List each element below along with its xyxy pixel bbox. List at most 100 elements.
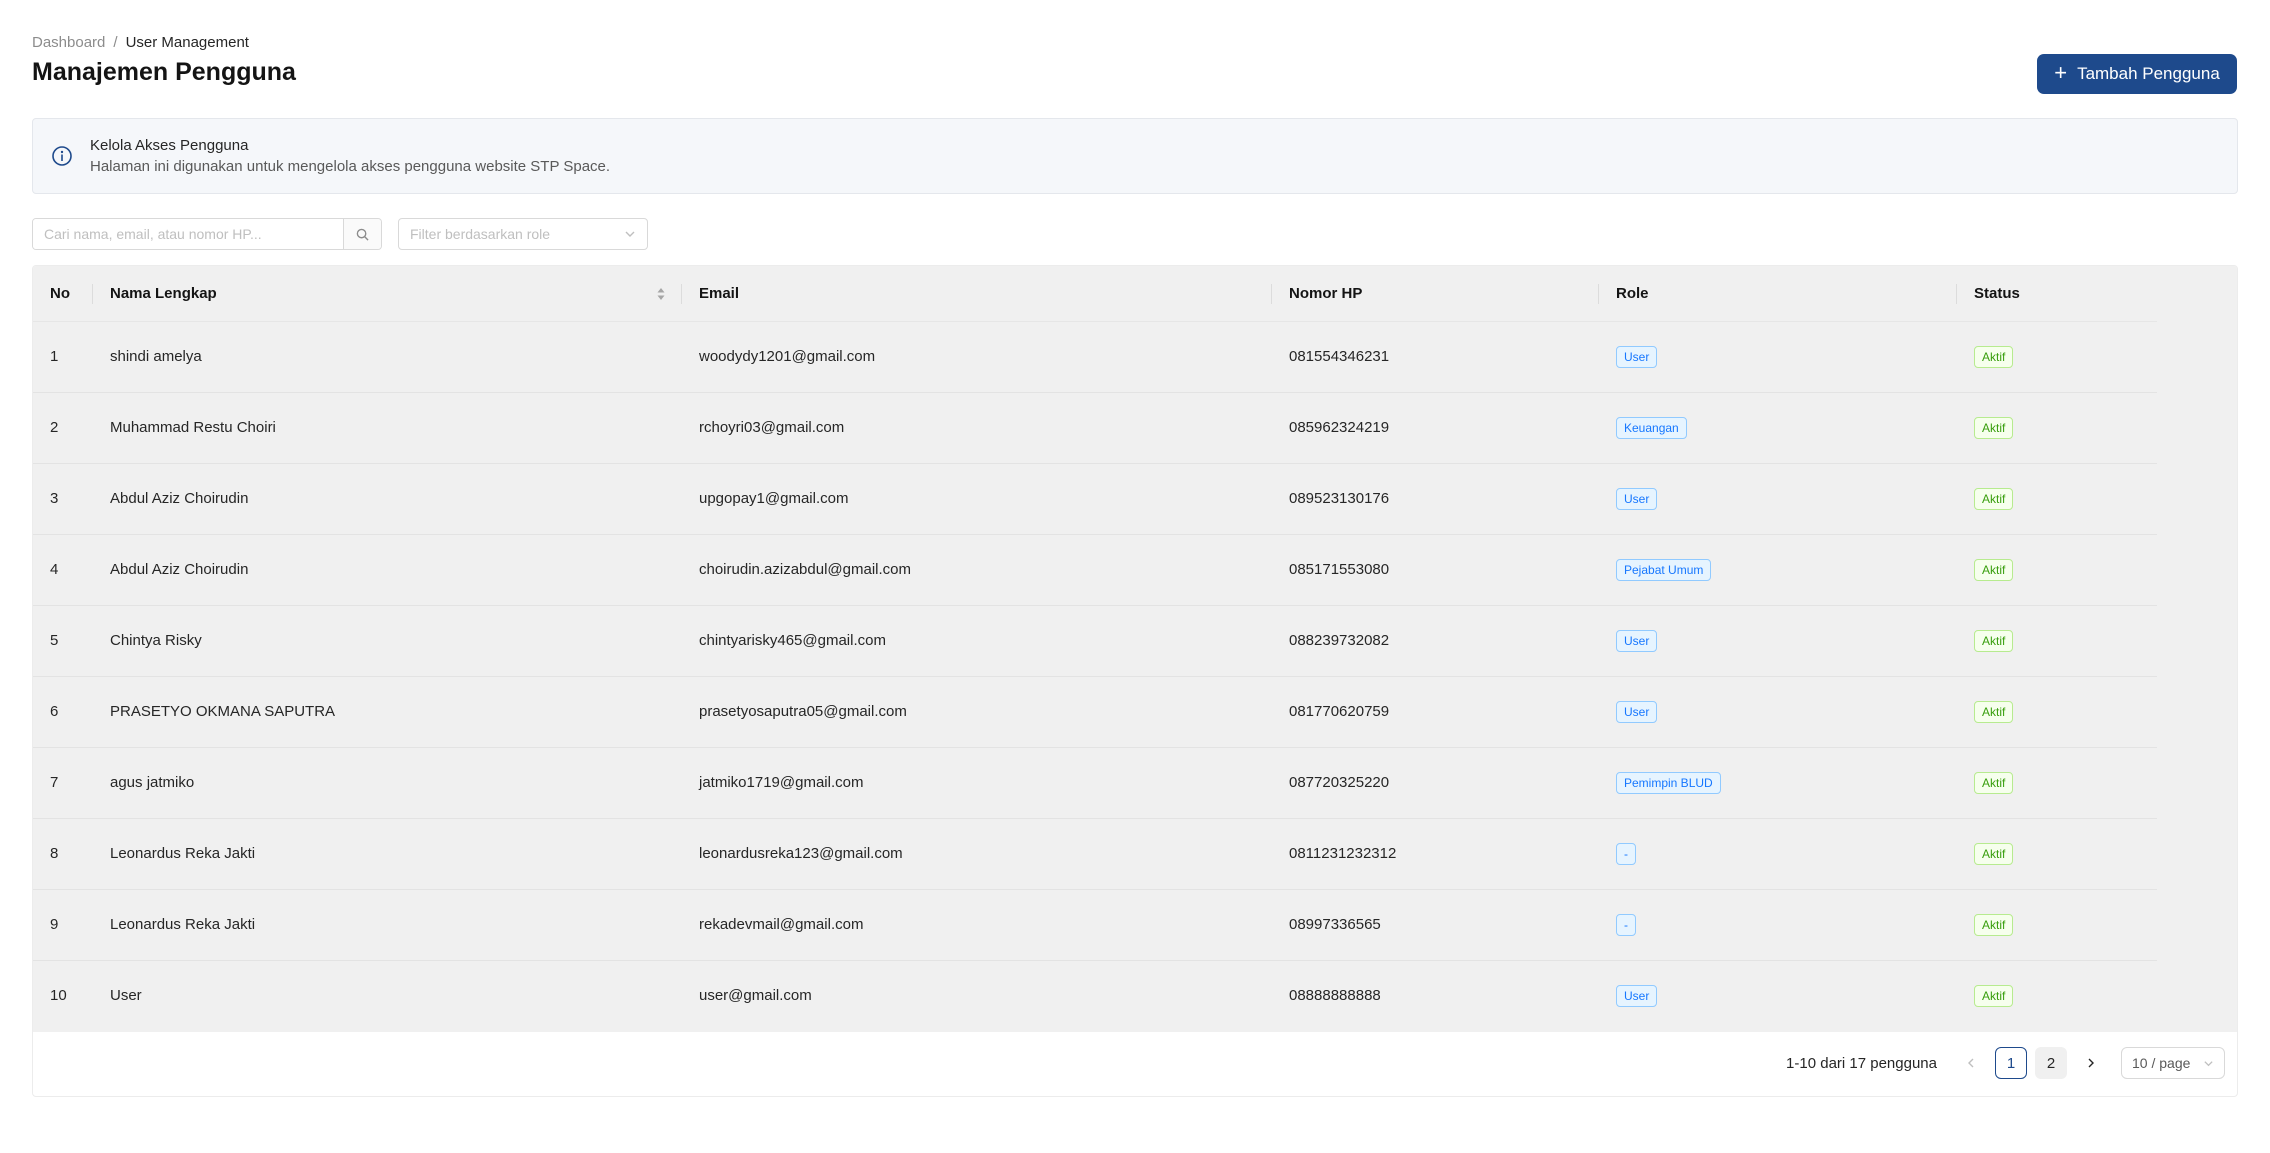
info-circle-icon: [52, 146, 72, 166]
cell-email: rekadevmail@gmail.com: [682, 889, 1272, 961]
table-row[interactable]: 10 User user@gmail.com 08888888888 User …: [33, 960, 2157, 1031]
cell-name: PRASETYO OKMANA SAPUTRA: [93, 676, 682, 748]
search-box: [32, 218, 382, 250]
status-badge: Aktif: [1974, 345, 2014, 368]
cell-name: Chintya Risky: [93, 605, 682, 677]
column-header-no: No: [33, 266, 93, 322]
cell-role: User: [1599, 960, 1957, 1031]
cell-no: 7: [33, 747, 93, 819]
role-filter-select[interactable]: Filter berdasarkan role: [398, 218, 648, 250]
breadcrumb-current: User Management: [125, 33, 249, 51]
cell-phone: 08997336565: [1272, 889, 1599, 961]
cell-no: 2: [33, 392, 93, 464]
cell-no: 1: [33, 321, 93, 393]
cell-phone: 08888888888: [1289, 987, 1381, 1005]
info-description: Halaman ini digunakan untuk mengelola ak…: [90, 158, 611, 175]
pagination-next-button[interactable]: [2075, 1047, 2107, 1079]
pagination-page-2[interactable]: 2: [2035, 1047, 2067, 1079]
cell-no: 9: [33, 889, 93, 961]
pagination-prev-button[interactable]: [1955, 1047, 1987, 1079]
breadcrumb: Dashboard / User Management: [32, 32, 249, 52]
chevron-right-icon: [2088, 1058, 2094, 1068]
cell-status: Aktif: [1957, 747, 2157, 819]
cell-email: jatmiko1719@gmail.com: [682, 747, 1272, 819]
cell-name: User: [110, 987, 142, 1005]
table-row[interactable]: 2 Muhammad Restu Choiri rchoyri03@gmail.…: [33, 392, 2157, 464]
cell-name: shindi amelya: [93, 321, 682, 393]
column-header-status: Status: [1957, 266, 2157, 322]
status-badge: Aktif: [1974, 487, 2014, 510]
column-header-label: Nama Lengkap: [110, 284, 217, 302]
cell-name: Leonardus Reka Jakti: [93, 818, 682, 890]
page-title: Manajemen Pengguna: [32, 58, 296, 86]
add-user-button[interactable]: + Tambah Pengguna: [2037, 54, 2237, 94]
table-row[interactable]: 8 Leonardus Reka Jakti leonardusreka123@…: [33, 818, 2157, 890]
cell-status: Aktif: [1957, 889, 2157, 961]
cell-email: chintyarisky465@gmail.com: [682, 605, 1272, 677]
cell-phone: 0811231232312: [1272, 818, 1599, 890]
status-badge: Aktif: [1974, 771, 2014, 794]
cell-no: 5: [33, 605, 93, 677]
table-row[interactable]: 6 PRASETYO OKMANA SAPUTRA prasetyosaputr…: [33, 676, 2157, 748]
pagination-total: 1-10 dari 17 pengguna: [1786, 1054, 1937, 1072]
column-header-label: Status: [1974, 284, 2020, 302]
cell-email: woodydy1201@gmail.com: [682, 321, 1272, 393]
info-alert: Kelola Akses Pengguna Halaman ini diguna…: [32, 118, 2238, 194]
chevron-down-icon: [625, 231, 635, 237]
table-header-row: No Nama Lengkap Email Nomor HP Role Stat…: [33, 266, 2157, 322]
cell-name: Abdul Aziz Choirudin: [93, 463, 682, 535]
cell-phone: 081554346231: [1272, 321, 1599, 393]
column-header-email: Email: [682, 266, 1272, 322]
cell-role: -: [1599, 889, 1957, 961]
cell-email: rchoyri03@gmail.com: [682, 392, 1272, 464]
search-icon: [356, 228, 369, 241]
column-header-name[interactable]: Nama Lengkap: [93, 266, 682, 322]
table-row[interactable]: 4 Abdul Aziz Choirudin choirudin.azizabd…: [33, 534, 2157, 606]
sort-icon[interactable]: [656, 286, 666, 302]
cell-status: Aktif: [1957, 534, 2157, 606]
users-table-area: No Nama Lengkap Email Nomor HP Role Stat…: [33, 266, 2237, 1032]
search-button[interactable]: [343, 219, 381, 249]
page-size-select[interactable]: 10 / page: [2121, 1047, 2225, 1079]
cell-role: Pemimpin BLUD: [1599, 747, 1957, 819]
status-badge: Aktif: [1974, 558, 2014, 581]
cell-no: 6: [33, 676, 93, 748]
status-badge: Aktif: [1974, 842, 2014, 865]
cell-no: 4: [33, 534, 93, 606]
breadcrumb-dashboard-link[interactable]: Dashboard: [32, 34, 105, 51]
cell-status: Aktif: [1957, 676, 2157, 748]
search-input[interactable]: [33, 219, 343, 249]
role-tag: Keuangan: [1616, 416, 1687, 439]
pagination-page-1[interactable]: 1: [1995, 1047, 2027, 1079]
cell-role: Pejabat Umum: [1599, 534, 1957, 606]
status-badge: Aktif: [1974, 984, 2014, 1007]
page-size-value: 10 / page: [2132, 1055, 2191, 1071]
cell-status: Aktif: [1957, 818, 2157, 890]
table-row[interactable]: 5 Chintya Risky chintyarisky465@gmail.co…: [33, 605, 2157, 677]
cell-phone: 085171553080: [1272, 534, 1599, 606]
cell-name: Muhammad Restu Choiri: [93, 392, 682, 464]
cell-phone: 081770620759: [1272, 676, 1599, 748]
role-tag: -: [1616, 842, 1636, 865]
users-table: No Nama Lengkap Email Nomor HP Role Stat…: [33, 266, 2157, 1031]
cell-email: upgopay1@gmail.com: [682, 463, 1272, 535]
table-row[interactable]: 7 agus jatmiko jatmiko1719@gmail.com 087…: [33, 747, 2157, 819]
cell-name: agus jatmiko: [93, 747, 682, 819]
role-tag: User: [1616, 629, 1658, 652]
cell-name: Abdul Aziz Choirudin: [93, 534, 682, 606]
table-row[interactable]: 1 shindi amelya woodydy1201@gmail.com 08…: [33, 321, 2157, 393]
cell-email: choirudin.azizabdul@gmail.com: [682, 534, 1272, 606]
column-header-label: Role: [1616, 284, 1649, 302]
table-row[interactable]: 9 Leonardus Reka Jakti rekadevmail@gmail…: [33, 889, 2157, 961]
table-row[interactable]: 3 Abdul Aziz Choirudin upgopay1@gmail.co…: [33, 463, 2157, 535]
cell-role: User: [1599, 321, 1957, 393]
cell-status: Aktif: [1957, 463, 2157, 535]
user-management-page: Dashboard / User Management Manajemen Pe…: [0, 0, 2270, 1153]
column-header-label: Nomor HP: [1289, 284, 1363, 302]
column-header-label: No: [50, 284, 70, 302]
cell-role: User: [1599, 605, 1957, 677]
role-tag: User: [1616, 700, 1658, 723]
cell-no: 10: [50, 987, 67, 1005]
status-badge: Aktif: [1974, 416, 2014, 439]
role-tag: Pemimpin BLUD: [1616, 771, 1721, 794]
